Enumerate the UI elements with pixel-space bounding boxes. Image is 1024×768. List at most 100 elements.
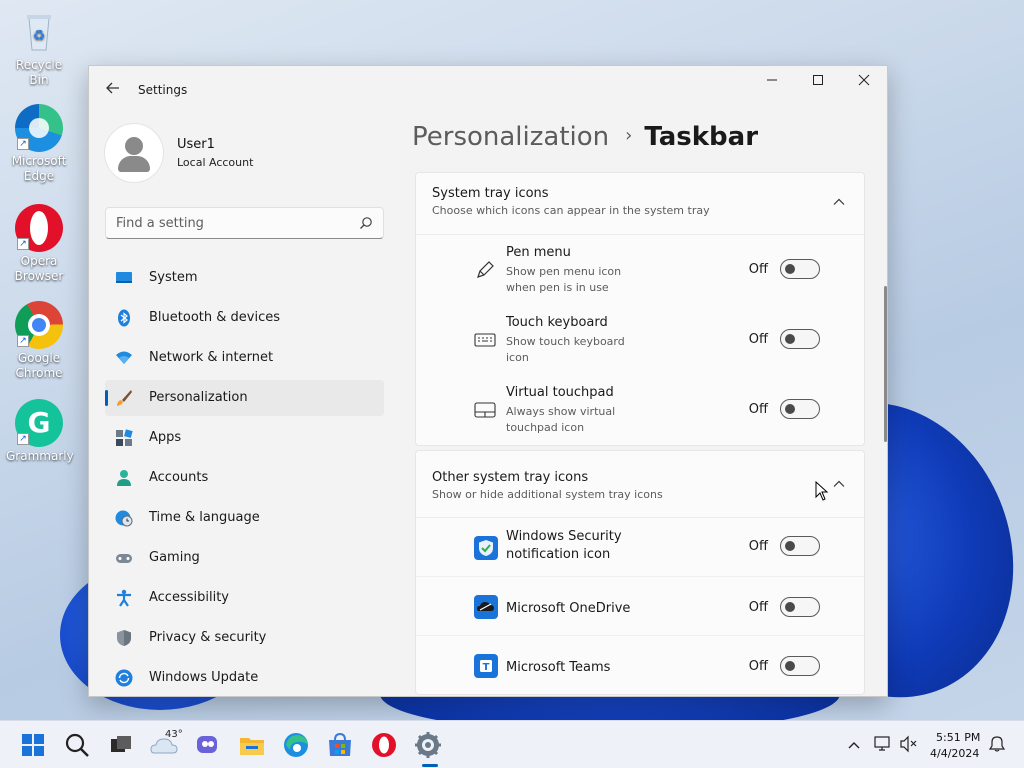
onedrive-toggle[interactable] xyxy=(780,597,820,617)
list-item: Windows Security notification icon Off xyxy=(416,518,864,576)
chat-icon[interactable] xyxy=(194,731,222,759)
toggle-state: Off xyxy=(748,332,768,347)
keyboard-icon xyxy=(474,333,496,347)
toggle-state: Off xyxy=(748,600,768,615)
weather-temp[interactable]: 43° xyxy=(165,729,183,740)
group-title: System tray icons xyxy=(432,186,549,201)
task-view-icon[interactable] xyxy=(107,731,135,759)
sidebar-item-label: Bluetooth & devices xyxy=(149,310,280,325)
row-title: Windows Security notification icon xyxy=(506,529,622,562)
chevron-right-icon: › xyxy=(625,125,633,146)
desktop-icon-grammarly[interactable]: G ↗ Grammarly xyxy=(6,399,74,464)
list-item: Virtual touchpad Always show virtual tou… xyxy=(416,375,864,445)
sidebar-item-network[interactable]: Network & internet xyxy=(105,340,384,376)
maximize-button[interactable] xyxy=(795,66,841,98)
file-explorer-icon[interactable] xyxy=(238,731,266,759)
sidebar-item-accounts[interactable]: Accounts xyxy=(105,460,384,496)
search-icon[interactable] xyxy=(359,216,373,230)
row-subtitle: Always show virtual touchpad icon xyxy=(506,405,616,434)
sidebar-nav: System Bluetooth & devices Network & int… xyxy=(105,260,384,696)
volume-muted-icon[interactable] xyxy=(899,735,919,753)
desktop-icon-edge[interactable]: ↗ Microsoft Edge xyxy=(6,104,72,184)
sidebar-item-system[interactable]: System xyxy=(105,260,384,296)
minimize-button[interactable] xyxy=(749,66,795,98)
recycle-bin-icon: ♻ xyxy=(15,8,63,56)
user-profile[interactable]: User1 Local Account xyxy=(105,124,395,184)
app-title: Settings xyxy=(138,83,188,97)
pen-menu-toggle[interactable] xyxy=(780,259,820,279)
mouse-cursor-icon xyxy=(815,481,829,501)
chevron-up-icon[interactable] xyxy=(832,195,846,209)
sidebar-item-label: Gaming xyxy=(149,550,200,565)
clock-time[interactable]: 5:51 PM xyxy=(936,731,980,744)
clock-date[interactable]: 4/4/2024 xyxy=(930,747,979,760)
clock-globe-icon xyxy=(115,510,133,527)
virtual-touchpad-toggle[interactable] xyxy=(780,399,820,419)
sidebar-item-label: Accounts xyxy=(149,470,209,485)
teams-toggle[interactable] xyxy=(780,656,820,676)
sidebar-item-bluetooth[interactable]: Bluetooth & devices xyxy=(105,300,384,336)
maximize-icon xyxy=(813,75,823,85)
brush-icon xyxy=(117,390,132,406)
chevron-up-icon[interactable] xyxy=(832,477,846,491)
list-item: Microsoft OneDrive Off xyxy=(416,576,864,635)
settings-content: System tray icons Choose which icons can… xyxy=(415,172,865,696)
svg-text:T: T xyxy=(483,662,490,673)
active-app-indicator xyxy=(422,764,438,767)
search-input[interactable] xyxy=(106,208,346,238)
network-icon[interactable] xyxy=(873,735,893,753)
row-title: Pen menu xyxy=(506,245,571,260)
toggle-state: Off xyxy=(748,262,768,277)
row-subtitle: Show pen menu icon when pen is in use xyxy=(506,265,622,294)
settings-window: Settings User1 Local Account System Blue… xyxy=(88,65,888,697)
sidebar-item-label: System xyxy=(149,270,198,285)
sidebar-item-label: Privacy & security xyxy=(149,630,267,645)
search-icon[interactable] xyxy=(63,731,91,759)
touch-keyboard-toggle[interactable] xyxy=(780,329,820,349)
sidebar-item-windows-update[interactable]: Windows Update xyxy=(105,660,384,696)
edge-icon[interactable] xyxy=(282,731,310,759)
opera-icon[interactable] xyxy=(370,731,398,759)
system-tray-group: System tray icons Choose which icons can… xyxy=(415,172,865,446)
desktop-icon-label: Grammarly xyxy=(6,449,74,463)
back-button[interactable] xyxy=(103,80,123,100)
close-icon xyxy=(858,74,870,86)
row-title: Virtual touchpad xyxy=(506,385,614,400)
taskbar: 43° 5:51 PM 4/4/2024 xyxy=(0,720,1024,768)
close-button[interactable] xyxy=(841,66,887,98)
sidebar-item-label: Personalization xyxy=(149,390,248,405)
system-tray-header[interactable]: System tray icons Choose which icons can… xyxy=(416,173,864,235)
windows-security-toggle[interactable] xyxy=(780,536,820,556)
accounts-icon xyxy=(117,470,131,486)
notification-bell-icon[interactable] xyxy=(988,735,1006,753)
search-box[interactable] xyxy=(105,207,384,239)
store-icon[interactable] xyxy=(326,731,354,759)
onedrive-icon xyxy=(474,595,498,619)
touchpad-icon xyxy=(474,402,496,418)
wifi-icon xyxy=(116,351,132,364)
desktop-icon-recycle-bin[interactable]: ♻ Recycle Bin xyxy=(6,8,72,88)
other-tray-header[interactable]: Other system tray icons Show or hide add… xyxy=(416,451,864,518)
sidebar-item-privacy-security[interactable]: Privacy & security xyxy=(105,620,384,656)
teams-icon: T xyxy=(474,654,498,678)
desktop-icon-opera[interactable]: ↗ Opera Browser xyxy=(6,204,72,284)
desktop-icon-chrome[interactable]: ↗ Google Chrome xyxy=(6,301,72,381)
settings-gear-icon[interactable] xyxy=(414,731,442,759)
svg-text:♻: ♻ xyxy=(33,28,46,44)
edge-icon: ↗ xyxy=(15,104,63,152)
toggle-state: Off xyxy=(748,539,768,554)
sidebar-item-time-language[interactable]: Time & language xyxy=(105,500,384,536)
start-icon[interactable] xyxy=(19,731,47,759)
grammarly-icon: G ↗ xyxy=(15,399,63,447)
sidebar-item-personalization[interactable]: Personalization xyxy=(105,380,384,416)
list-item: T Microsoft Teams Off xyxy=(416,635,864,694)
gamepad-icon xyxy=(116,554,132,563)
desktop-icon-label: Opera Browser xyxy=(14,254,64,283)
sidebar-item-gaming[interactable]: Gaming xyxy=(105,540,384,576)
row-title: Microsoft OneDrive xyxy=(506,601,631,616)
chevron-up-icon[interactable] xyxy=(846,737,862,753)
breadcrumb-parent[interactable]: Personalization xyxy=(412,122,609,152)
sidebar-item-accessibility[interactable]: Accessibility xyxy=(105,580,384,616)
sidebar-item-apps[interactable]: Apps xyxy=(105,420,384,456)
scrollbar[interactable] xyxy=(884,286,887,442)
